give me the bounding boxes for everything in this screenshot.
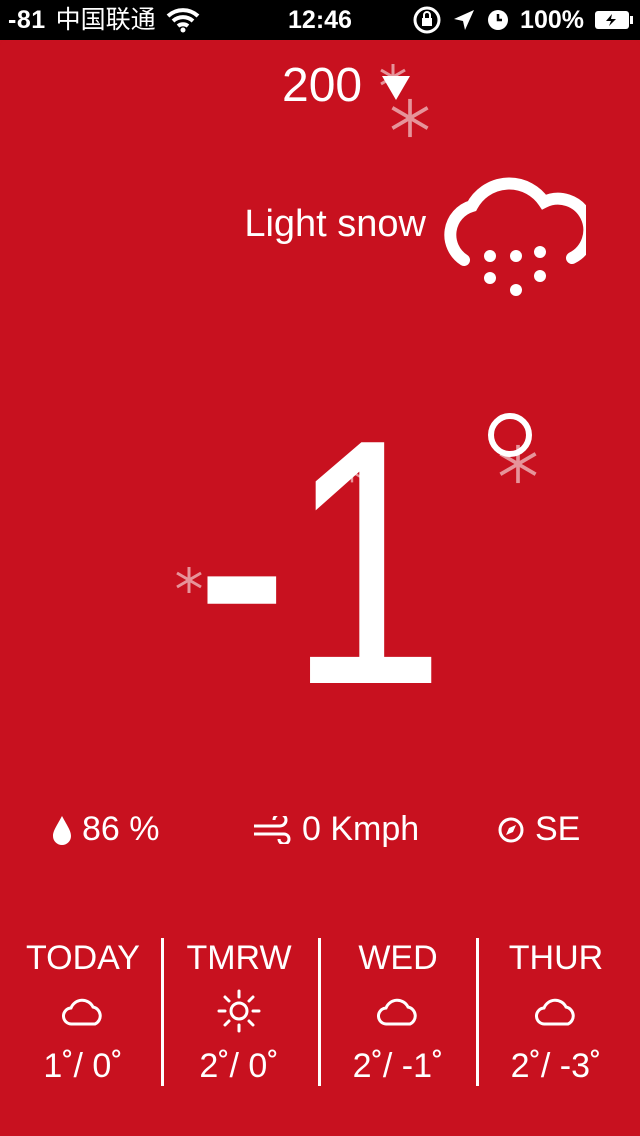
light-snow-icon	[444, 177, 586, 296]
alarm-clock-icon	[488, 10, 509, 30]
degree-symbol	[488, 413, 532, 457]
forecast-day[interactable]: TODAY 1˚/ 0˚	[4, 930, 162, 1090]
rotation-lock-icon	[413, 6, 441, 34]
wind-value: 0 Kmph	[302, 810, 420, 848]
forecast-temp: 2˚/ -3˚	[510, 1047, 602, 1085]
forecast-day[interactable]: THUR 2˚/ -3˚	[477, 930, 635, 1090]
wind-stat: 0 Kmph	[252, 810, 419, 849]
cloud-icon	[62, 998, 102, 1026]
forecast-strip: TODAY 1˚/ 0˚ TMRW 2˚/ 0˚ WED 2˚/ -1˚ THU…	[0, 930, 640, 1090]
forecast-temp: 2˚/ 0˚	[199, 1047, 279, 1085]
location-arrow-icon	[454, 10, 475, 30]
wind-direction-value: SE	[535, 810, 581, 848]
humidity-value: 86 %	[82, 810, 160, 848]
forecast-day[interactable]: TMRW 2˚/ 0˚	[160, 930, 318, 1090]
snowflake-icon	[380, 64, 406, 90]
sun-icon	[217, 989, 261, 1033]
humidity-stat: 86 %	[52, 810, 160, 849]
forecast-day-label: TODAY	[26, 939, 140, 977]
droplet-icon	[53, 815, 71, 845]
forecast-day-label: THUR	[508, 939, 604, 977]
snowflake-icon	[391, 98, 429, 138]
forecast-day-label: TMRW	[186, 939, 292, 977]
status-bar: -81 中国联通 12:46 100%	[0, 0, 640, 40]
forecast-day-label: WED	[358, 939, 438, 977]
current-temperature: -1	[195, 395, 445, 715]
cloud-icon	[377, 998, 417, 1026]
battery-percent: 100%	[520, 6, 584, 34]
wind-direction-stat: SE	[497, 810, 580, 849]
forecast-temp: 1˚/ 0˚	[43, 1047, 123, 1085]
aqi-value[interactable]: 200	[282, 58, 362, 114]
condition-label: Light snow	[244, 203, 426, 245]
battery-icon	[595, 11, 633, 29]
current-stats: 86 % 0 Kmph SE	[0, 810, 640, 856]
compass-icon	[498, 817, 524, 842]
forecast-temp: 2˚/ -1˚	[352, 1047, 444, 1085]
forecast-day[interactable]: WED 2˚/ -1˚	[319, 930, 477, 1090]
cloud-icon	[535, 998, 575, 1026]
current-temperature-text: -1	[195, 395, 445, 715]
wind-icon	[254, 815, 291, 844]
